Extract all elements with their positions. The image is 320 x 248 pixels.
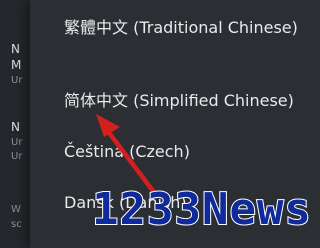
svg-text:1233News: 1233News: [92, 184, 312, 235]
bg-setting-title: N: [11, 42, 20, 56]
language-option-traditional-chinese[interactable]: 繁體中文 (Traditional Chinese): [64, 18, 320, 38]
language-option-czech[interactable]: Čeština (Czech): [64, 142, 320, 162]
watermark-logo: 1233News: [91, 183, 312, 236]
bg-setting-subtitle: Ur: [11, 75, 23, 86]
bg-setting-subtitle: Ur: [11, 151, 23, 162]
language-option-simplified-chinese[interactable]: 简体中文 (Simplified Chinese): [64, 91, 320, 111]
bg-setting-subtitle: sc: [11, 219, 22, 230]
bg-setting-subtitle: W: [11, 204, 21, 215]
bg-setting-title: M: [11, 58, 22, 72]
bg-setting-subtitle: Ur: [11, 137, 23, 148]
bg-setting-title: N: [11, 120, 20, 134]
